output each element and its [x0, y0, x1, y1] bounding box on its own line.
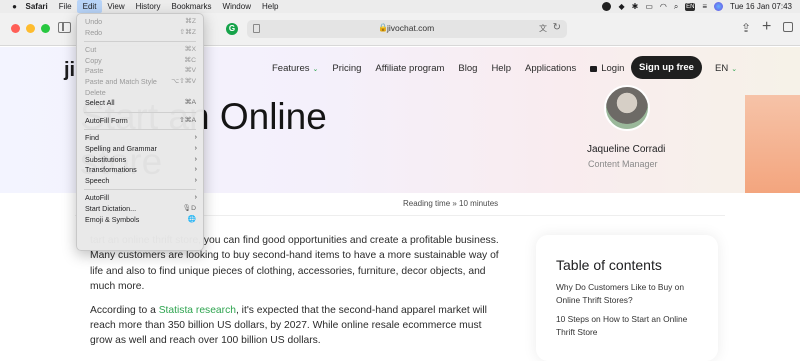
menu-item-paste[interactable]: Paste ⌘V: [77, 66, 203, 77]
grammarly-status-icon[interactable]: [602, 2, 612, 11]
article-body: tart an online thrift store, you can fin…: [90, 233, 500, 357]
menu-separator: [84, 189, 196, 191]
chevron-down-icon: ⌄: [312, 66, 319, 73]
author-avatar[interactable]: [604, 85, 650, 131]
menu-item-spelling-grammar[interactable]: Spelling and Grammar ›: [77, 144, 203, 155]
language-selector[interactable]: EN ⌄: [715, 63, 737, 74]
chevron-right-icon: ›: [194, 176, 197, 184]
menu-view[interactable]: View: [102, 0, 130, 13]
menu-item-autofill-form[interactable]: AutoFill Form ⇧⌘A: [77, 116, 203, 127]
menu-window[interactable]: Window: [217, 0, 256, 13]
menu-item-copy[interactable]: Copy ⌘C: [77, 56, 203, 67]
menu-item-delete[interactable]: Delete: [77, 88, 203, 99]
address-bar[interactable]: 🔒 jivochat.com 文 ↻: [247, 20, 567, 38]
status-area: ◆ ✱ ▭ ◠ ⌕ EN ≡ Tue 16 Jan 07:43: [602, 0, 792, 13]
menu-clock[interactable]: Tue 16 Jan 07:43: [730, 2, 792, 11]
menu-item-transformations[interactable]: Transformations ›: [77, 165, 203, 176]
wifi-icon[interactable]: ◠: [660, 2, 667, 11]
toc-item[interactable]: Why Do Customers Like to Buy on Online T…: [556, 281, 698, 307]
edit-menu-dropdown: Undo ⌘Z Redo ⇧⌘Z Cut ⌘X Copy ⌘C Paste ⌘V Past…: [76, 13, 204, 251]
nav-blog[interactable]: Blog: [458, 63, 477, 74]
menu-separator: [84, 111, 196, 113]
new-tab-icon[interactable]: +: [762, 18, 771, 36]
menu-item-select-all[interactable]: Select All ⌘A: [77, 98, 203, 109]
menu-file[interactable]: File: [53, 0, 77, 13]
chevron-right-icon: ›: [194, 144, 197, 152]
chevron-right-icon: ›: [194, 155, 197, 163]
grammarly-extension-icon[interactable]: G: [226, 23, 238, 35]
menu-item-paste-match-style[interactable]: Paste and Match Style ⌥⇧⌘V: [77, 77, 203, 88]
menu-item-autofill[interactable]: AutoFill ›: [77, 193, 203, 204]
menu-separator: [84, 41, 196, 43]
lock-icon: [590, 66, 598, 72]
author-role: Content Manager: [588, 159, 658, 169]
apple-icon[interactable]: ●: [9, 2, 20, 11]
search-icon[interactable]: ⌕: [674, 2, 678, 12]
reload-icon[interactable]: ↻: [553, 22, 561, 33]
close-window-button[interactable]: [11, 24, 20, 33]
tab-overview-icon[interactable]: [783, 22, 793, 32]
menu-help[interactable]: Help: [256, 0, 283, 13]
nav-features[interactable]: Features ⌄: [272, 63, 318, 74]
menu-item-redo[interactable]: Redo ⇧⌘Z: [77, 28, 203, 39]
reading-time: Reading time » 10 minutes: [403, 199, 499, 208]
chevron-right-icon: ›: [194, 166, 197, 174]
menu-edit[interactable]: Edit: [77, 0, 102, 13]
translate-icon[interactable]: 文: [539, 23, 547, 34]
page-menu-icon[interactable]: [253, 24, 260, 33]
paragraph-2: According to a Statista research, it's e…: [90, 304, 487, 347]
signup-button[interactable]: Sign up free: [631, 56, 702, 79]
nav-affiliate[interactable]: Affiliate program: [375, 63, 444, 74]
menu-item-substitutions[interactable]: Substitutions ›: [77, 155, 203, 166]
menu-bookmarks[interactable]: Bookmarks: [166, 0, 217, 13]
menu-history[interactable]: History: [130, 0, 166, 13]
nav-applications[interactable]: Applications: [525, 63, 576, 74]
menu-item-start-dictation[interactable]: Start Dictation... 🎙D: [77, 204, 203, 215]
battery-icon[interactable]: ▭: [645, 2, 653, 11]
zoom-window-button[interactable]: [41, 24, 50, 33]
menu-item-find[interactable]: Find ›: [77, 133, 203, 144]
macos-menu-bar: ● Safari File Edit View History Bookmark…: [0, 0, 800, 13]
dropbox-icon[interactable]: ◆: [618, 2, 624, 11]
menu-item-speech[interactable]: Speech ›: [77, 176, 203, 187]
window-controls: [11, 24, 50, 33]
toc-title: Table of contents: [556, 257, 662, 273]
table-of-contents: Table of contents Why Do Customers Like …: [536, 235, 718, 361]
input-source-badge[interactable]: EN: [685, 2, 696, 11]
sidebar-toggle-icon[interactable]: [58, 22, 71, 33]
chevron-down-icon: ⌄: [731, 66, 738, 73]
toc-item[interactable]: 10 Steps on How to Start an Online Thrif…: [556, 313, 698, 339]
control-center-icon[interactable]: ≡: [702, 2, 707, 11]
bluetooth-icon[interactable]: ✱: [632, 2, 639, 11]
statista-link[interactable]: Statista research: [159, 305, 236, 316]
chevron-right-icon: ›: [194, 194, 197, 202]
site-nav: Features ⌄ Pricing Affiliate program Blog…: [272, 63, 638, 74]
share-icon[interactable]: ⇪: [741, 21, 751, 35]
siri-icon[interactable]: [714, 2, 724, 11]
site-logo[interactable]: ji: [64, 59, 75, 82]
nav-help[interactable]: Help: [491, 63, 511, 74]
nav-login[interactable]: Login: [590, 63, 624, 74]
author-name[interactable]: Jaqueline Corradi: [587, 144, 665, 155]
nav-pricing[interactable]: Pricing: [332, 63, 361, 74]
url-text[interactable]: jivochat.com: [387, 23, 434, 33]
chevron-right-icon: ›: [194, 134, 197, 142]
hero-decoration: [745, 95, 800, 193]
minimize-window-button[interactable]: [26, 24, 35, 33]
menu-safari[interactable]: Safari: [20, 0, 53, 13]
menu-item-undo[interactable]: Undo ⌘Z: [77, 17, 203, 28]
menu-separator: [84, 129, 196, 131]
menu-item-emoji-symbols[interactable]: Emoji & Symbols 🌐: [77, 215, 203, 226]
menu-item-cut[interactable]: Cut ⌘X: [77, 45, 203, 56]
